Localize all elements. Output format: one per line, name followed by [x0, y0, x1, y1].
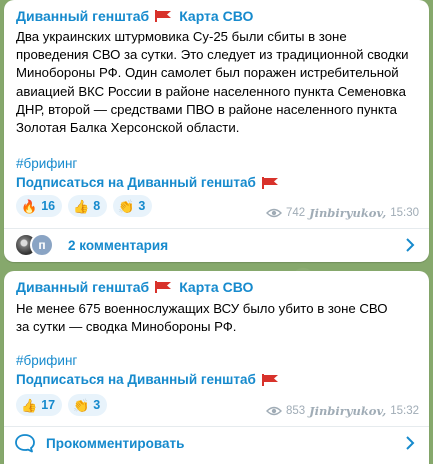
post-meta: 742 Jinbiryukov, 15:30: [265, 206, 419, 220]
post-text-line: за сутки — сводка Минобороны РФ.: [16, 319, 237, 335]
post-text-line: Два украинских штурмовика Су-25 были сби…: [16, 29, 347, 44]
fire-icon: 🔥: [21, 198, 38, 214]
reactions-bar: 🔥 16 👍 8 👏 3: [16, 195, 153, 217]
post-author: Jinbiryukov,: [309, 404, 387, 418]
comment-bubble-icon: [15, 434, 35, 453]
reaction-thumbs-up[interactable]: 👍 17: [16, 394, 63, 416]
views-count: 853: [285, 405, 306, 417]
channel-post: Диванный генштаб Карта СВО Не менее 675 …: [4, 271, 429, 464]
leave-comment-label: Прокомментировать: [46, 435, 185, 451]
map-link[interactable]: Карта СВО: [179, 279, 253, 295]
red-flag-icon: [261, 176, 280, 189]
map-link[interactable]: Карта СВО: [179, 8, 253, 24]
channel-post: Диванный генштаб Карта СВО Два украински…: [4, 0, 429, 262]
thumbs-up-icon: 👍: [21, 397, 38, 413]
chevron-right-icon: [406, 238, 415, 252]
avatar: п: [30, 233, 54, 257]
post-text-line: проведения СВО за сутки. Это следует из …: [16, 47, 409, 63]
reaction-count: 16: [41, 199, 56, 213]
subscribe-link[interactable]: Подписаться на Диванный генштаб: [16, 372, 280, 387]
reactions-bar: 👍 17 👏 3: [16, 394, 108, 416]
post-text-line: Не менее 675 военнослужащих ВСУ было уби…: [16, 301, 388, 316]
hashtag-link[interactable]: #брифинг: [16, 353, 77, 368]
red-flag-icon: [155, 281, 173, 293]
post-time: 15:32: [390, 405, 419, 417]
subscribe-label: Подписаться на Диванный генштаб: [16, 175, 256, 190]
post-time: 15:30: [390, 207, 419, 219]
channel-name-link[interactable]: Диванный генштаб: [16, 279, 149, 295]
post-text-line: авиацией ВКС России в районе населенного…: [16, 83, 406, 99]
post-text-line: Минобороны РФ. Один самолет был поражен …: [16, 65, 399, 81]
post-text: Не менее 675 военнослужащих ВСУ было уби…: [16, 300, 419, 336]
reaction-count: 3: [138, 199, 146, 213]
post-header: Диванный генштаб Карта СВО: [16, 8, 253, 24]
reaction-clap[interactable]: 👏 3: [113, 195, 153, 217]
post-author: Jinbiryukov,: [309, 206, 387, 220]
comments-count-label: 2 комментария: [68, 237, 169, 253]
commenter-avatars: п: [14, 233, 58, 257]
post-text-line: ДНР, второй — средствами ПВО в районе на…: [16, 101, 397, 117]
leave-comment-button[interactable]: Прокомментировать: [4, 426, 429, 460]
post-text: Два украинских штурмовика Су-25 были сби…: [16, 28, 419, 137]
comments-button[interactable]: п 2 комментария: [4, 228, 429, 262]
views-eye-icon: [265, 406, 282, 416]
views-count: 742: [285, 207, 306, 219]
clap-icon: 👏: [73, 397, 90, 413]
channel-name-link[interactable]: Диванный генштаб: [16, 8, 149, 24]
post-meta: 853 Jinbiryukov, 15:32: [265, 404, 419, 418]
thumbs-up-icon: 👍: [73, 198, 90, 214]
views-eye-icon: [265, 208, 282, 218]
reaction-count: 17: [41, 398, 56, 412]
red-flag-icon: [261, 373, 280, 386]
reaction-count: 8: [93, 199, 101, 213]
red-flag-icon: [155, 10, 173, 22]
post-text-line: Золотая Балка Херсонской области.: [16, 120, 240, 136]
subscribe-link[interactable]: Подписаться на Диванный генштаб: [16, 175, 280, 190]
reaction-clap[interactable]: 👏 3: [68, 394, 108, 416]
post-header: Диванный генштаб Карта СВО: [16, 279, 253, 295]
clap-icon: 👏: [118, 198, 135, 214]
subscribe-label: Подписаться на Диванный генштаб: [16, 372, 256, 387]
reaction-thumbs-up[interactable]: 👍 8: [68, 195, 108, 217]
reaction-fire[interactable]: 🔥 16: [16, 195, 63, 217]
hashtag-link[interactable]: #брифинг: [16, 156, 77, 171]
reaction-count: 3: [93, 398, 101, 412]
chevron-right-icon: [406, 436, 415, 450]
